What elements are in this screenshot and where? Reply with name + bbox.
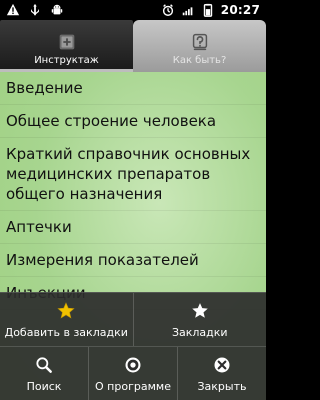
help-pictogram-icon [192,33,207,51]
add-bookmark-button[interactable]: Добавить в закладки [0,293,133,346]
tab-bar: Инструктаж Как быть? [0,20,266,72]
warning-icon [6,3,20,16]
topics-list: Введение Общее строение человека Краткий… [0,72,266,310]
tab-how-to-label: Как быть? [172,55,227,66]
list-item[interactable]: Общее строение человека [0,105,266,138]
book-icon [59,34,74,50]
options-menu: Добавить в закладки Закладки Поиск О про… [0,292,266,400]
usb-icon [31,3,39,16]
add-bookmark-label: Добавить в закладки [4,325,128,339]
battery-icon [203,3,212,17]
android-debug-icon [51,4,63,15]
info-icon [125,357,141,372]
options-menu-row-bottom: Поиск О программе Закрыть [0,346,266,400]
close-label: Закрыть [197,379,247,393]
close-button[interactable]: Закрыть [177,347,266,400]
search-icon [36,356,52,373]
status-left-icons [0,0,64,20]
about-button[interactable]: О программе [88,347,177,400]
bookmarks-button[interactable]: Закладки [132,293,267,346]
tab-how-to[interactable]: Как быть? [133,20,266,72]
list-item[interactable]: Краткий справочник основных медицинских … [0,138,266,211]
bookmarks-label: Закладки [171,325,228,339]
status-time: 20:27 [220,3,260,17]
list-item[interactable]: Введение [0,72,266,105]
about-label: О программе [95,379,171,393]
tab-instructions[interactable]: Инструктаж [0,20,133,72]
status-bar: 20:27 [0,0,266,20]
status-right-icons: 20:27 [161,0,266,20]
star-gold-icon [57,301,75,318]
close-icon [214,357,230,372]
list-item[interactable]: Аптечки [0,211,266,244]
options-menu-row-top: Добавить в закладки Закладки [0,292,266,346]
star-icon [192,302,208,318]
search-label: Поиск [26,379,62,393]
list-item[interactable]: Измерения показателей [0,244,266,277]
alarm-icon [162,4,173,16]
tab-instructions-label: Инструктаж [34,55,99,66]
search-button[interactable]: Поиск [0,347,88,400]
signal-icon [182,7,193,16]
